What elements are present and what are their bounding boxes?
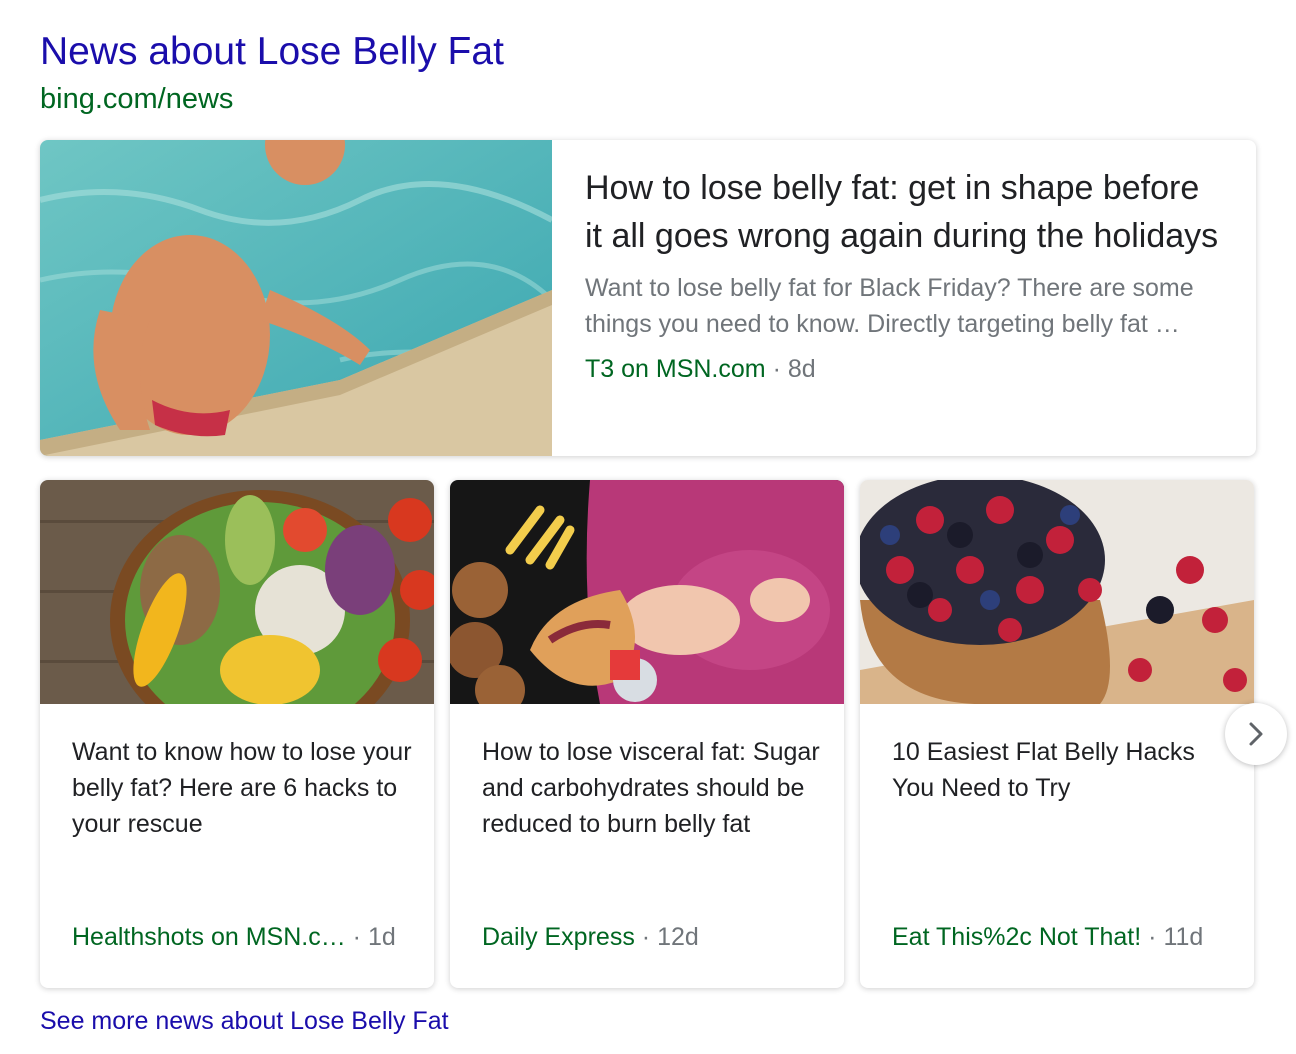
- news-card-headline[interactable]: 10 Easiest Flat Belly Hacks You Need to …: [892, 734, 1232, 806]
- news-card-headline[interactable]: How to lose visceral fat: Sugar and carb…: [482, 734, 822, 842]
- featured-news-meta: T3 on MSN.com · 8d: [585, 352, 1225, 386]
- news-age: 1d: [367, 923, 396, 951]
- news-section-url: bing.com/news: [40, 83, 234, 115]
- meta-separator: ·: [772, 355, 781, 383]
- featured-news-image[interactable]: [40, 140, 552, 456]
- news-age: 11d: [1163, 923, 1204, 951]
- chevron-right-icon: [1245, 720, 1267, 748]
- news-source: Daily Express: [482, 923, 635, 951]
- news-section-title[interactable]: News about Lose Belly Fat: [40, 28, 504, 76]
- news-source: Healthshots on MSN.c…: [72, 923, 346, 951]
- news-card-image[interactable]: [40, 480, 434, 704]
- news-card-meta: Eat This%2c Not That! · 11d: [892, 920, 1242, 954]
- news-card[interactable]: Want to know how to lose your belly fat?…: [40, 480, 434, 988]
- featured-news-snippet: Want to lose belly fat for Black Friday?…: [585, 274, 1194, 338]
- news-source: Eat This%2c Not That!: [892, 923, 1142, 951]
- news-card-headline[interactable]: Want to know how to lose your belly fat?…: [72, 734, 412, 842]
- news-source: T3 on MSN.com: [585, 355, 766, 383]
- news-card[interactable]: 10 Easiest Flat Belly Hacks You Need to …: [860, 480, 1254, 988]
- news-card-image[interactable]: [450, 480, 844, 704]
- see-more-news-link[interactable]: See more news about Lose Belly Fat: [40, 1004, 449, 1038]
- news-card-image[interactable]: [860, 480, 1254, 704]
- featured-news-card[interactable]: How to lose belly fat: get in shape befo…: [40, 140, 1256, 456]
- meta-separator: ·: [352, 923, 361, 951]
- news-card-meta: Daily Express · 12d: [482, 920, 832, 954]
- carousel-next-button[interactable]: [1225, 703, 1287, 765]
- news-age: 12d: [657, 923, 699, 951]
- meta-separator: ·: [641, 923, 651, 951]
- featured-news-body: How to lose belly fat: get in shape befo…: [585, 164, 1225, 386]
- news-card[interactable]: How to lose visceral fat: Sugar and carb…: [450, 480, 844, 988]
- featured-news-headline[interactable]: How to lose belly fat: get in shape befo…: [585, 164, 1225, 260]
- meta-separator: ·: [1148, 923, 1157, 951]
- news-card-meta: Healthshots on MSN.c… · 1d: [72, 920, 422, 954]
- news-age: 8d: [787, 355, 816, 383]
